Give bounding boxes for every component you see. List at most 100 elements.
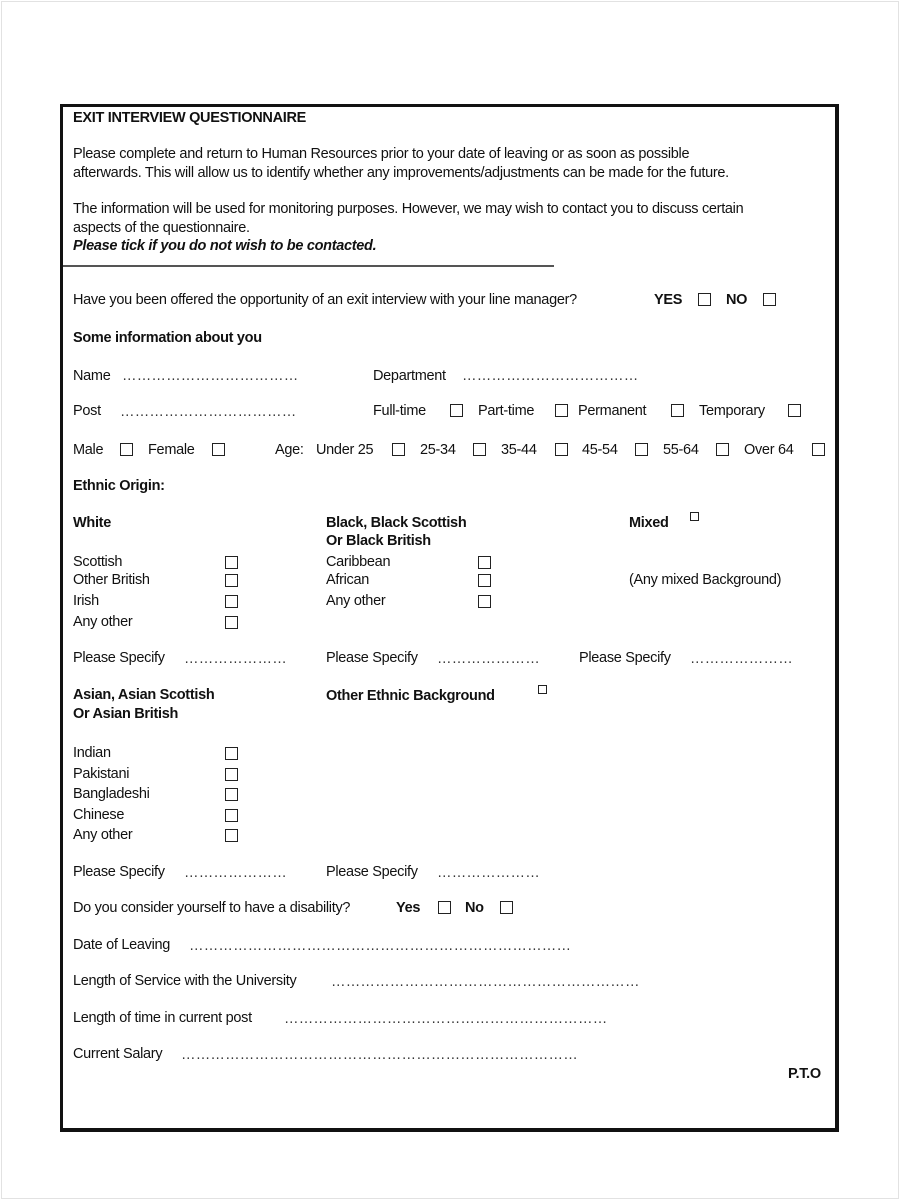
- time-in-post-label: Length of time in current post: [73, 1010, 252, 1026]
- employment-parttime-label: Part-time: [478, 403, 535, 419]
- age-under25-label: Under 25: [316, 442, 374, 458]
- exit-interview-yes-checkbox[interactable]: [698, 293, 711, 306]
- gender-female-checkbox[interactable]: [212, 443, 225, 456]
- disability-yes-label: Yes: [396, 900, 421, 916]
- black-african-checkbox[interactable]: [478, 574, 491, 587]
- age-over64-checkbox[interactable]: [812, 443, 825, 456]
- other-ethnic-specify-label: Please Specify: [326, 864, 418, 880]
- age-55-64-label: 55-64: [663, 442, 699, 458]
- age-25-34-checkbox[interactable]: [473, 443, 486, 456]
- mixed-note: (Any mixed Background): [629, 572, 782, 588]
- asian-chinese-checkbox[interactable]: [225, 809, 238, 822]
- info-text-line1: The information will be used for monitor…: [73, 201, 744, 217]
- asian-pakistani-label: Pakistani: [73, 766, 130, 782]
- black-specify-label: Please Specify: [326, 650, 418, 666]
- current-salary-field[interactable]: ………………………………………………………………………: [181, 1047, 578, 1063]
- asian-chinese-label: Chinese: [73, 807, 125, 823]
- asian-heading-line2: Or Asian British: [73, 706, 179, 722]
- pto-label: P.T.O: [788, 1066, 821, 1082]
- black-any-other-label: Any other: [326, 593, 386, 609]
- post-field[interactable]: ………………………………: [120, 404, 296, 420]
- exit-interview-no-checkbox[interactable]: [763, 293, 776, 306]
- black-specify-field[interactable]: …………………: [437, 651, 540, 667]
- asian-specify-label: Please Specify: [73, 864, 165, 880]
- black-any-other-checkbox[interactable]: [478, 595, 491, 608]
- asian-indian-checkbox[interactable]: [225, 747, 238, 760]
- current-salary-label: Current Salary: [73, 1046, 163, 1062]
- white-any-other-label: Any other: [73, 614, 133, 630]
- mixed-specify-label: Please Specify: [579, 650, 671, 666]
- exit-interview-question: Have you been offered the opportunity of…: [73, 292, 577, 308]
- disability-no-label: No: [465, 900, 484, 916]
- asian-indian-label: Indian: [73, 745, 111, 761]
- employment-fulltime-checkbox[interactable]: [450, 404, 463, 417]
- white-specify-field[interactable]: …………………: [184, 651, 287, 667]
- other-ethnic-heading: Other Ethnic Background: [326, 688, 495, 704]
- asian-bangladeshi-checkbox[interactable]: [225, 788, 238, 801]
- gender-male-checkbox[interactable]: [120, 443, 133, 456]
- black-african-label: African: [326, 572, 370, 588]
- white-any-other-checkbox[interactable]: [225, 616, 238, 629]
- mixed-checkbox[interactable]: [690, 512, 699, 521]
- age-45-54-checkbox[interactable]: [635, 443, 648, 456]
- header-divider: [63, 265, 554, 267]
- date-of-leaving-label: Date of Leaving: [73, 937, 171, 953]
- white-scottish-label: Scottish: [73, 554, 123, 570]
- about-you-heading: Some information about you: [73, 330, 262, 346]
- other-ethnic-specify-field[interactable]: …………………: [437, 865, 540, 881]
- age-35-44-checkbox[interactable]: [555, 443, 568, 456]
- no-contact-note: Please tick if you do not wish to be con…: [73, 238, 377, 254]
- disability-yes-checkbox[interactable]: [438, 901, 451, 914]
- other-ethnic-checkbox[interactable]: [538, 685, 547, 694]
- employment-permanent-checkbox[interactable]: [671, 404, 684, 417]
- employment-parttime-checkbox[interactable]: [555, 404, 568, 417]
- exit-interview-yes-label: YES: [654, 292, 683, 308]
- disability-question: Do you consider yourself to have a disab…: [73, 900, 351, 916]
- age-over64-label: Over 64: [744, 442, 794, 458]
- black-caribbean-label: Caribbean: [326, 554, 391, 570]
- black-heading-line1: Black, Black Scottish: [326, 515, 467, 531]
- black-heading-line2: Or Black British: [326, 533, 431, 549]
- asian-any-other-checkbox[interactable]: [225, 829, 238, 842]
- gender-female-label: Female: [148, 442, 195, 458]
- employment-temporary-checkbox[interactable]: [788, 404, 801, 417]
- age-under25-checkbox[interactable]: [392, 443, 405, 456]
- white-other-british-label: Other British: [73, 572, 150, 588]
- disability-no-checkbox[interactable]: [500, 901, 513, 914]
- white-heading: White: [73, 515, 111, 531]
- employment-temporary-label: Temporary: [699, 403, 765, 419]
- length-of-service-field[interactable]: ………………………………………………………: [331, 974, 640, 990]
- asian-specify-field[interactable]: …………………: [184, 865, 287, 881]
- employment-fulltime-label: Full-time: [373, 403, 426, 419]
- name-label: Name: [73, 368, 111, 384]
- white-irish-checkbox[interactable]: [225, 595, 238, 608]
- age-25-34-label: 25-34: [420, 442, 456, 458]
- info-text-line2: aspects of the questionnaire.: [73, 220, 250, 236]
- asian-heading-line1: Asian, Asian Scottish: [73, 687, 215, 703]
- department-field[interactable]: ………………………………: [462, 368, 638, 384]
- white-irish-label: Irish: [73, 593, 99, 609]
- age-35-44-label: 35-44: [501, 442, 537, 458]
- age-45-54-label: 45-54: [582, 442, 618, 458]
- intro-text-line1: Please complete and return to Human Reso…: [73, 146, 690, 162]
- department-label: Department: [373, 368, 446, 384]
- ethnic-origin-heading: Ethnic Origin:: [73, 478, 165, 494]
- black-caribbean-checkbox[interactable]: [478, 556, 491, 569]
- mixed-heading: Mixed: [629, 515, 669, 531]
- age-label: Age:: [275, 442, 304, 458]
- name-field[interactable]: ………………………………: [122, 368, 298, 384]
- time-in-post-field[interactable]: …………………………………………………………: [284, 1011, 607, 1027]
- length-of-service-label: Length of Service with the University: [73, 973, 297, 989]
- intro-text-line2: afterwards. This will allow us to identi…: [73, 165, 729, 181]
- post-label: Post: [73, 403, 101, 419]
- date-of-leaving-field[interactable]: ……………………………………………………………………: [189, 938, 571, 954]
- gender-male-label: Male: [73, 442, 104, 458]
- mixed-specify-field[interactable]: …………………: [690, 651, 793, 667]
- asian-any-other-label: Any other: [73, 827, 133, 843]
- age-55-64-checkbox[interactable]: [716, 443, 729, 456]
- employment-permanent-label: Permanent: [578, 403, 647, 419]
- asian-pakistani-checkbox[interactable]: [225, 768, 238, 781]
- white-other-british-checkbox[interactable]: [225, 574, 238, 587]
- white-scottish-checkbox[interactable]: [225, 556, 238, 569]
- exit-interview-no-label: NO: [726, 292, 748, 308]
